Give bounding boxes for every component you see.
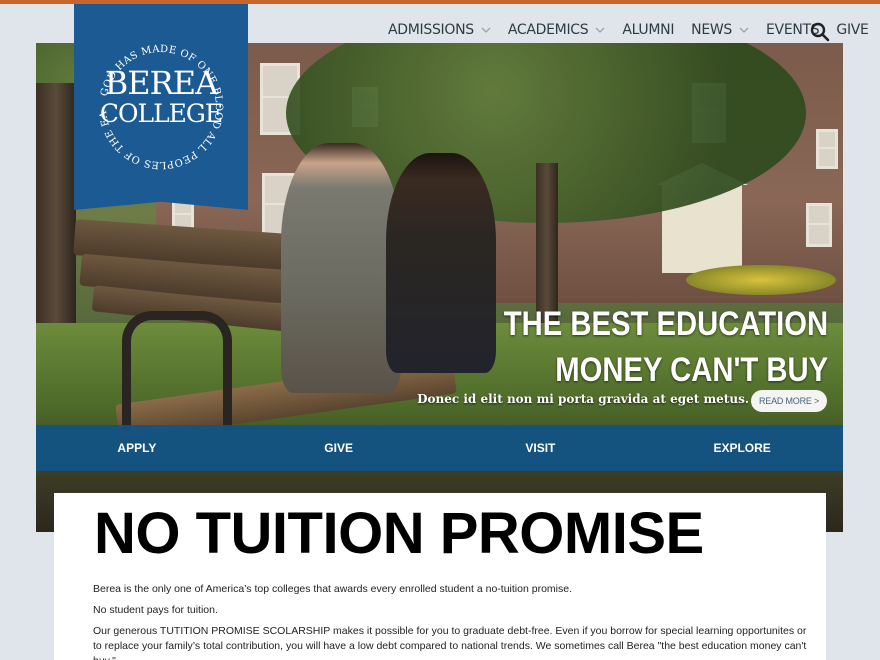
content-card: NO TUITION PROMISE Berea is the only one…: [54, 493, 826, 660]
nav-item-label: GIVE: [836, 22, 869, 38]
explore-button[interactable]: EXPLORE: [641, 425, 843, 471]
hero-title: THE BEST EDUCATION MONEY CAN'T BUY: [503, 305, 828, 389]
visit-button[interactable]: VISIT: [440, 425, 642, 471]
main-nav: ADMISSIONS ACADEMICS ALUMNI NEWS EVENTS …: [388, 22, 880, 38]
chevron-down-icon: [481, 27, 491, 33]
nav-item-label: NEWS: [691, 22, 733, 38]
page-heading: NO TUITION PROMISE: [94, 501, 704, 566]
read-more-button[interactable]: READ MORE >: [751, 390, 827, 412]
nav-item-label: ADMISSIONS: [388, 22, 474, 38]
content-paragraph: No student pays for tuition.: [93, 604, 218, 616]
hero-subtitle: Donec id elit non mi porta gravida at eg…: [417, 392, 749, 406]
search-icon[interactable]: [810, 22, 830, 42]
berea-college-logo[interactable]: GOD HAS MADE OF ONE BLOOD ALL PEOPLES OF…: [74, 4, 248, 210]
nav-item-label: ALUMNI: [622, 22, 675, 38]
give-button[interactable]: GIVE: [238, 425, 440, 471]
apply-button[interactable]: APPLY: [36, 425, 238, 471]
nav-item-news[interactable]: NEWS: [691, 22, 749, 38]
content-paragraph: Our generous TUTITION PROMISE SCOLARSHIP…: [93, 625, 807, 660]
nav-item-label: ACADEMICS: [507, 22, 589, 38]
content-paragraph: Berea is the only one of America’s top c…: [93, 583, 572, 595]
nav-item-academics[interactable]: ACADEMICS: [508, 22, 605, 38]
chevron-down-icon: [595, 27, 605, 33]
quick-actions-bar: APPLY GIVE VISIT EXPLORE: [36, 425, 843, 471]
chevron-down-icon: [739, 27, 749, 33]
top-accent-strip: [0, 0, 880, 4]
nav-item-alumni[interactable]: ALUMNI: [622, 22, 674, 38]
nav-item-give[interactable]: GIVE: [836, 22, 869, 38]
nav-item-admissions[interactable]: ADMISSIONS: [388, 22, 491, 38]
